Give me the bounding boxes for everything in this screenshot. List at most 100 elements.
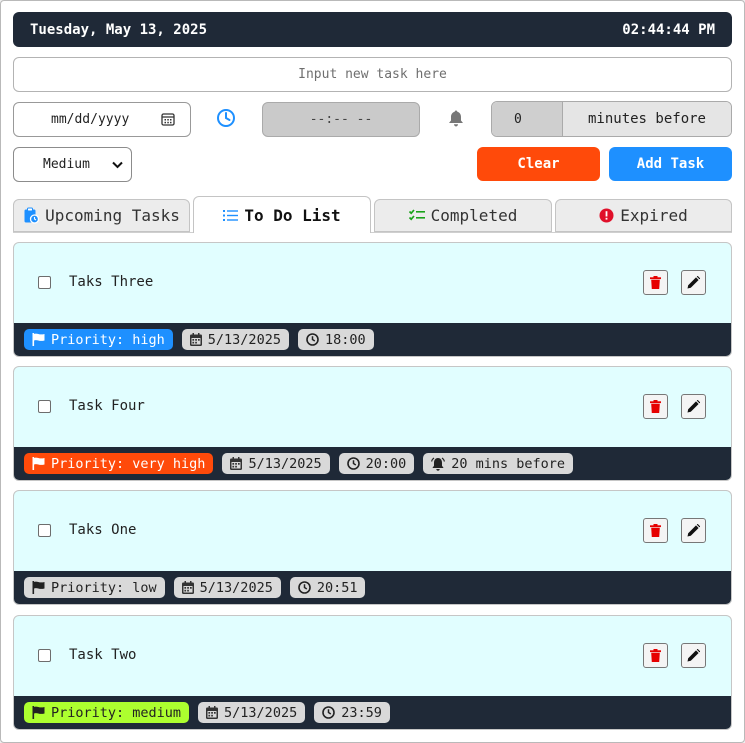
priority-badge: Priority: high xyxy=(24,329,173,350)
pencil-icon xyxy=(687,524,700,537)
time-badge: 18:00 xyxy=(297,329,374,350)
tab-label: Completed xyxy=(430,206,518,225)
calendar-icon xyxy=(189,333,202,346)
priority-badge: Priority: low xyxy=(24,577,165,598)
time-text: 20:51 xyxy=(316,579,358,596)
date-text: 5/13/2025 xyxy=(207,331,281,348)
date-badge: 5/13/2025 xyxy=(181,329,289,350)
pencil-icon xyxy=(687,649,700,662)
calendar-icon xyxy=(206,706,219,719)
clock-icon xyxy=(322,706,336,719)
reminder-minutes-input[interactable]: 0 xyxy=(492,102,563,136)
priority-badge: Priority: very high xyxy=(24,453,214,474)
bell-icon xyxy=(449,110,463,127)
delete-button[interactable] xyxy=(643,270,668,295)
task-input[interactable] xyxy=(13,57,732,92)
trash-icon xyxy=(650,276,661,289)
clock-icon xyxy=(298,581,311,594)
trash-icon xyxy=(650,649,661,662)
date-placeholder: mm/dd/yyyy xyxy=(51,112,130,127)
time-input[interactable]: --:-- -- xyxy=(262,102,420,137)
delete-button[interactable] xyxy=(643,394,668,419)
list-icon xyxy=(223,209,239,221)
priority-text: Priority: medium xyxy=(51,704,182,721)
task-title: Task Four xyxy=(69,398,145,414)
header-bar: Tuesday, May 13, 2025 02:44:44 PM xyxy=(13,12,732,47)
checklist-icon xyxy=(408,209,425,221)
clear-button[interactable]: Clear xyxy=(477,147,600,181)
delete-button[interactable] xyxy=(643,643,668,668)
clipboard-clock-icon xyxy=(24,207,40,224)
reminder-group: 0 minutes before xyxy=(491,101,732,137)
date-badge: 5/13/2025 xyxy=(222,453,330,474)
task-card: Taks One Priority: low 5/13/2025 20:51 xyxy=(13,490,732,605)
time-badge: 23:59 xyxy=(314,702,390,723)
edit-button[interactable] xyxy=(681,643,706,668)
task-title: Taks Three xyxy=(69,274,154,290)
priority-text: Priority: high xyxy=(51,331,165,348)
time-badge: 20:51 xyxy=(289,577,366,598)
date-input[interactable]: mm/dd/yyyy xyxy=(13,102,191,137)
chevron-down-icon xyxy=(112,161,123,169)
add-task-button[interactable]: Add Task xyxy=(609,147,732,181)
date-badge: 5/13/2025 xyxy=(198,702,306,723)
task-checkbox[interactable] xyxy=(38,649,51,662)
tab-label: Expired xyxy=(620,206,688,225)
tab-label: To Do List xyxy=(244,205,341,225)
priority-selected-value: Medium xyxy=(43,157,90,172)
task-meta-bar: Priority: low 5/13/2025 20:51 xyxy=(14,571,731,604)
tab-bar: Upcoming Tasks To Do List Completed Expi… xyxy=(13,196,732,233)
priority-badge: Priority: medium xyxy=(24,702,190,723)
flag-icon xyxy=(32,457,45,470)
tab-expired[interactable]: Expired xyxy=(555,199,732,232)
edit-button[interactable] xyxy=(681,394,706,419)
pencil-icon xyxy=(687,276,700,289)
task-title: Taks One xyxy=(69,522,137,538)
clock-icon[interactable] xyxy=(216,108,236,128)
time-badge: 20:00 xyxy=(338,453,415,474)
date-text: 5/13/2025 xyxy=(248,455,322,472)
task-card: Task Two Priority: medium 5/13/2025 23:5… xyxy=(13,615,732,730)
app-window: Tuesday, May 13, 2025 02:44:44 PM mm/dd/… xyxy=(0,0,745,743)
flag-icon xyxy=(32,581,45,594)
tab-completed[interactable]: Completed xyxy=(374,199,552,232)
alarm-bell-icon xyxy=(431,456,446,471)
time-text: 20:00 xyxy=(365,455,407,472)
task-meta-bar: Priority: high 5/13/2025 18:00 xyxy=(14,323,731,356)
calendar-icon xyxy=(230,457,243,470)
edit-button[interactable] xyxy=(681,270,706,295)
date-text: 5/13/2025 xyxy=(199,579,273,596)
priority-text: Priority: low xyxy=(51,579,157,596)
tab-to-do-list[interactable]: To Do List xyxy=(193,196,371,233)
alert-circle-icon xyxy=(599,208,614,223)
task-meta-bar: Priority: medium 5/13/2025 23:59 xyxy=(14,696,731,729)
task-card: Taks Three Priority: high 5/13/2025 18:0… xyxy=(13,242,732,357)
current-time: 02:44:44 PM xyxy=(622,21,715,38)
calendar-icon xyxy=(181,581,194,594)
date-text: 5/13/2025 xyxy=(224,704,298,721)
task-meta-bar: Priority: very high 5/13/2025 20:00 20 m… xyxy=(14,447,731,480)
clock-icon xyxy=(346,457,360,470)
flag-icon xyxy=(32,706,45,719)
reminder-label: minutes before xyxy=(563,102,731,136)
tab-upcoming-tasks[interactable]: Upcoming Tasks xyxy=(13,199,190,232)
tab-label: Upcoming Tasks xyxy=(45,206,180,225)
reminder-badge: 20 mins before xyxy=(423,453,574,474)
trash-icon xyxy=(650,400,661,413)
reminder-text: 20 mins before xyxy=(451,455,566,472)
priority-text: Priority: very high xyxy=(51,455,206,472)
task-checkbox[interactable] xyxy=(38,400,51,413)
delete-button[interactable] xyxy=(643,518,668,543)
date-badge: 5/13/2025 xyxy=(173,577,281,598)
task-checkbox[interactable] xyxy=(38,524,51,537)
time-text: 23:59 xyxy=(341,704,382,721)
priority-select[interactable]: Medium xyxy=(13,147,132,182)
flag-icon xyxy=(32,333,45,346)
trash-icon xyxy=(650,524,661,537)
task-card: Task Four Priority: very high 5/13/2025 … xyxy=(13,366,732,481)
task-checkbox[interactable] xyxy=(38,276,51,289)
time-placeholder: --:-- -- xyxy=(309,112,373,127)
calendar-icon[interactable] xyxy=(161,112,175,126)
edit-button[interactable] xyxy=(681,518,706,543)
current-date: Tuesday, May 13, 2025 xyxy=(30,21,208,38)
